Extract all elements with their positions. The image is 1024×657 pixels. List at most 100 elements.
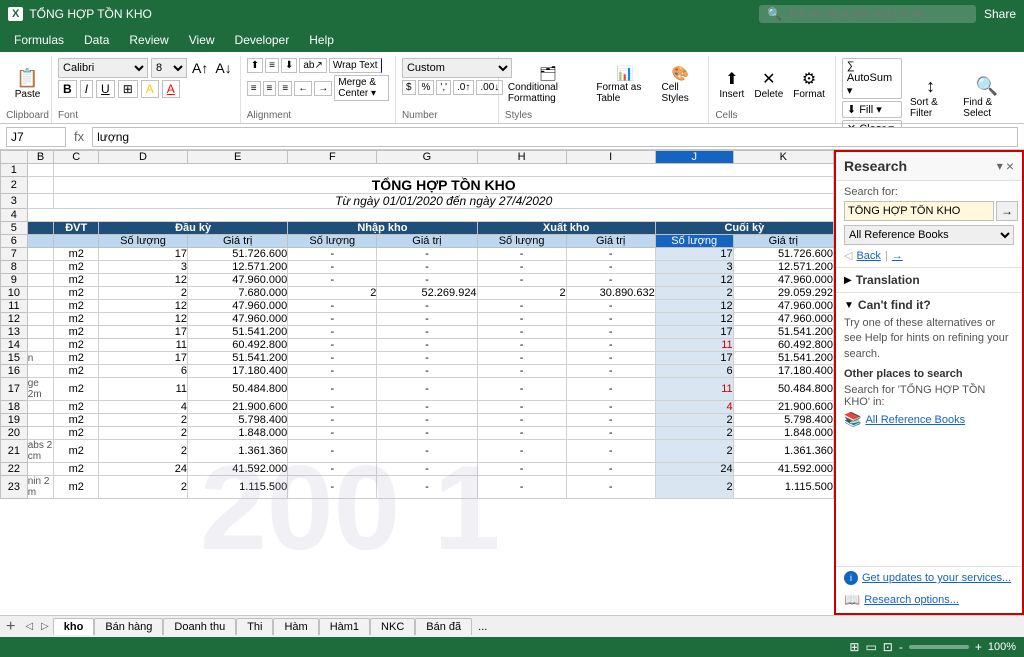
share-button[interactable]: Share	[984, 7, 1016, 21]
paste-button[interactable]: 📋 Paste	[11, 66, 45, 102]
row-header[interactable]: 23	[1, 476, 28, 499]
insert-button[interactable]: ⬆Insert	[715, 67, 748, 102]
row-header[interactable]: 8	[1, 261, 28, 274]
italic-button[interactable]: I	[80, 80, 93, 98]
row-header[interactable]: 18	[1, 401, 28, 414]
page-break-button[interactable]: ⊡	[883, 640, 893, 654]
row-header[interactable]: 5	[1, 222, 28, 235]
number-format-select[interactable]: Custom	[402, 58, 512, 78]
translation-label[interactable]: Translation	[856, 273, 920, 287]
font-family-select[interactable]: Calibri	[58, 58, 148, 78]
tab-ban-da[interactable]: Bán đã	[415, 618, 472, 635]
menubar-item-view[interactable]: View	[179, 31, 225, 49]
orientation-button[interactable]: ab↗	[299, 58, 327, 73]
autosum-button[interactable]: ∑ AutoSum ▾	[842, 58, 902, 99]
tab-ham[interactable]: Hàm	[273, 618, 318, 635]
align-bottom-button[interactable]: ⬇	[281, 58, 297, 73]
merge-center-button[interactable]: Merge & Center ▾	[334, 75, 389, 101]
forward-button[interactable]: →	[892, 250, 903, 262]
research-options-link[interactable]: Research options...	[864, 594, 959, 606]
row-header[interactable]: 21	[1, 440, 28, 463]
menubar-item-data[interactable]: Data	[74, 31, 119, 49]
align-left-button[interactable]: ≡	[247, 81, 261, 96]
decrease-font-button[interactable]: A↓	[213, 60, 233, 76]
align-center-button[interactable]: ≡	[263, 81, 277, 96]
scroll-right-button[interactable]: ▷	[37, 619, 53, 634]
row-header[interactable]: 3	[1, 194, 28, 209]
increase-decimal-button[interactable]: .0↑	[453, 80, 474, 95]
research-close-button[interactable]: ×	[1006, 158, 1014, 174]
row-header[interactable]: 14	[1, 339, 28, 352]
row-header[interactable]: 19	[1, 414, 28, 427]
zoom-slider[interactable]	[909, 645, 969, 649]
border-button[interactable]: ⊞	[118, 80, 138, 98]
menubar-item-formulas[interactable]: Formulas	[4, 31, 74, 49]
menubar-item-developer[interactable]: Developer	[225, 31, 300, 49]
fill-button[interactable]: ⬇ Fill ▾	[842, 101, 902, 118]
sort-filter-button[interactable]: ↕Sort & Filter	[906, 74, 955, 121]
row-header[interactable]: 11	[1, 300, 28, 313]
row-header[interactable]: 17	[1, 378, 28, 401]
cant-find-label[interactable]: Can't find it?	[858, 298, 931, 312]
cell-b1[interactable]	[27, 164, 54, 177]
find-select-button[interactable]: 🔍Find & Select	[959, 74, 1014, 121]
indent-increase-button[interactable]: →	[314, 81, 332, 96]
tab-kho[interactable]: kho	[53, 618, 95, 635]
page-layout-button[interactable]: ▭	[865, 640, 876, 654]
zoom-in-button[interactable]: +	[975, 640, 982, 654]
accounting-format-button[interactable]: $	[402, 80, 416, 95]
increase-font-button[interactable]: A↑	[190, 60, 210, 76]
align-middle-button[interactable]: ≡	[265, 58, 279, 73]
row-header[interactable]: 22	[1, 463, 28, 476]
align-right-button[interactable]: ≡	[278, 81, 292, 96]
col-header-d[interactable]: D	[98, 151, 187, 164]
research-search-input[interactable]	[844, 201, 994, 221]
row-header[interactable]: 13	[1, 326, 28, 339]
scroll-left-button[interactable]: ◁	[21, 619, 37, 634]
row-header[interactable]: 12	[1, 313, 28, 326]
delete-button[interactable]: ✕Delete	[750, 67, 787, 102]
font-color-button[interactable]: A	[162, 80, 180, 98]
tab-ham1[interactable]: Hàm1	[319, 618, 370, 635]
fill-color-button[interactable]: A	[141, 80, 159, 98]
row-header[interactable]: 4	[1, 209, 28, 222]
tab-thi[interactable]: Thi	[236, 618, 273, 635]
bold-button[interactable]: B	[58, 80, 77, 98]
research-go-button[interactable]: →	[996, 201, 1018, 221]
all-ref-books-link[interactable]: All Reference Books	[865, 414, 965, 426]
col-header-e[interactable]: E	[188, 151, 288, 164]
comma-button[interactable]: ','	[436, 80, 451, 95]
row-header[interactable]: 20	[1, 427, 28, 440]
row-header[interactable]: 9	[1, 274, 28, 287]
col-header-f[interactable]: F	[288, 151, 377, 164]
tab-nkc[interactable]: NKC	[370, 618, 415, 635]
col-header-h[interactable]: H	[477, 151, 566, 164]
col-header-b[interactable]: B	[27, 151, 54, 164]
name-box[interactable]	[6, 127, 66, 147]
col-header-k[interactable]: K	[733, 151, 833, 164]
tab-doanh-thu[interactable]: Doanh thu	[163, 618, 236, 635]
indent-decrease-button[interactable]: ←	[294, 81, 312, 96]
research-source-select[interactable]: All Reference Books	[844, 225, 1014, 245]
col-header-c[interactable]: C	[54, 151, 99, 164]
percent-button[interactable]: %	[418, 80, 435, 95]
format-button[interactable]: ⚙Format	[789, 67, 829, 102]
row-header[interactable]: 15	[1, 352, 28, 365]
row-header[interactable]: 6	[1, 235, 28, 248]
tab-ban-hang[interactable]: Bán hàng	[94, 618, 163, 635]
normal-view-button[interactable]: ⊞	[849, 640, 859, 654]
format-as-table-button[interactable]: 📊 Format as Table	[593, 63, 656, 106]
row-header[interactable]: 2	[1, 177, 28, 194]
back-button[interactable]: Back	[856, 250, 880, 262]
col-header-g[interactable]: G	[377, 151, 477, 164]
cell-styles-button[interactable]: 🎨 Cell Styles	[659, 63, 703, 106]
row-header[interactable]: 16	[1, 365, 28, 378]
get-updates-link[interactable]: Get updates to your services...	[862, 572, 1011, 584]
zoom-out-button[interactable]: -	[899, 640, 903, 654]
new-sheet-button[interactable]: +	[0, 616, 21, 638]
align-top-button[interactable]: ⬆	[247, 58, 263, 73]
research-dropdown-button[interactable]: ▾	[997, 159, 1003, 173]
underline-button[interactable]: U	[96, 80, 115, 98]
font-size-select[interactable]: 8	[151, 58, 187, 78]
row-header[interactable]: 10	[1, 287, 28, 300]
